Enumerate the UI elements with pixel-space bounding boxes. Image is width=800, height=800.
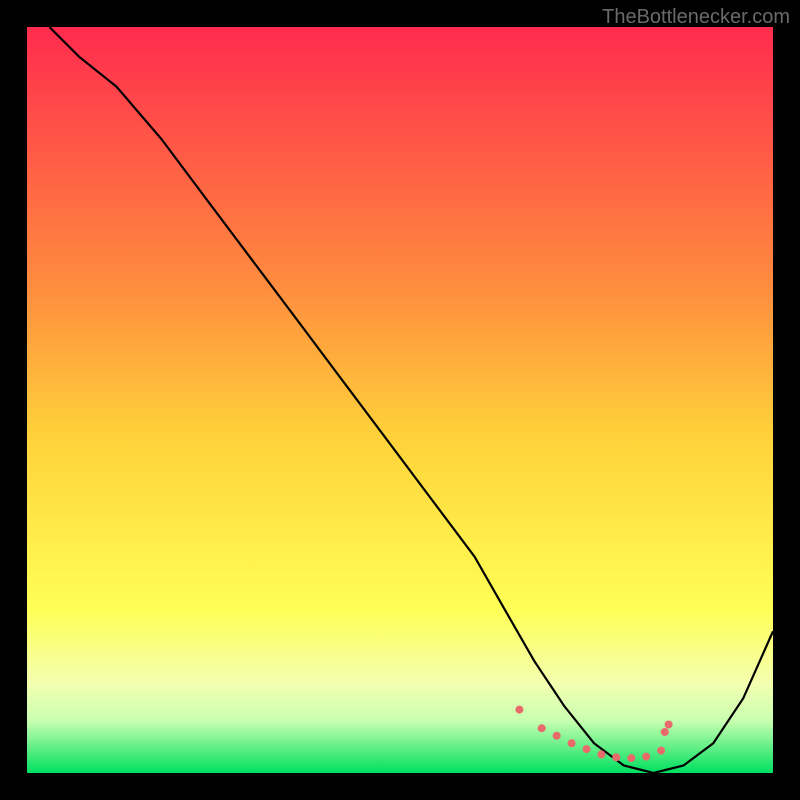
gradient-background xyxy=(27,27,773,773)
marker-point xyxy=(657,747,665,755)
marker-point xyxy=(665,721,673,729)
marker-point xyxy=(538,724,546,732)
marker-point xyxy=(597,750,605,758)
marker-point xyxy=(612,753,620,761)
marker-point xyxy=(642,753,650,761)
marker-point xyxy=(661,728,669,736)
marker-point xyxy=(627,754,635,762)
marker-point xyxy=(568,739,576,747)
chart-svg xyxy=(27,27,773,773)
chart-plot-area xyxy=(27,27,773,773)
marker-point xyxy=(515,706,523,714)
marker-point xyxy=(583,745,591,753)
watermark-text: TheBottlenecker.com xyxy=(602,6,790,29)
marker-point xyxy=(553,732,561,740)
